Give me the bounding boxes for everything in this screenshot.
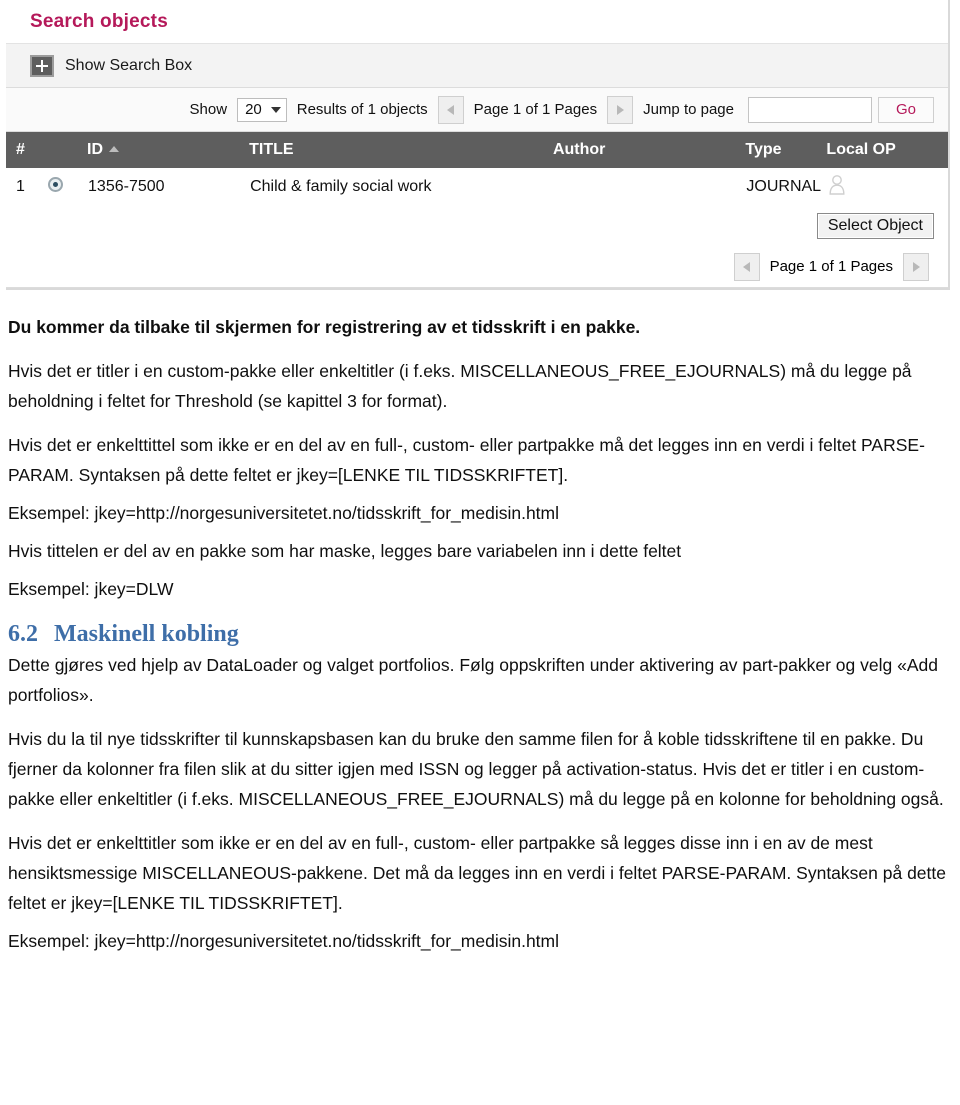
table-row[interactable]: 1 1356-7500 Child & family social work J… bbox=[6, 168, 948, 206]
cell-author bbox=[552, 168, 746, 206]
table-header-row: # ID TITLE Author Type Local OP bbox=[6, 132, 948, 168]
search-box-toggle-row[interactable]: Show Search Box bbox=[6, 44, 948, 88]
page-title: Search objects bbox=[30, 10, 168, 32]
chevron-down-icon bbox=[270, 106, 281, 113]
paragraph-8: Hvis du la til nye tidsskrifter til kunn… bbox=[8, 729, 944, 809]
page-status-top: Page 1 of 1 Pages bbox=[473, 101, 598, 118]
column-header-author[interactable]: Author bbox=[552, 132, 746, 168]
section-heading-number: 6.2 bbox=[8, 621, 38, 647]
cell-id: 1356-7500 bbox=[87, 168, 250, 206]
paragraph-3: Hvis det er enkelttittel som ikke er en … bbox=[8, 435, 925, 485]
go-button[interactable]: Go bbox=[878, 96, 934, 123]
chevron-left-icon bbox=[447, 104, 455, 115]
cell-type: JOURNAL bbox=[745, 168, 827, 206]
chevron-right-icon bbox=[912, 261, 920, 272]
results-count-label: Results of 1 objects bbox=[296, 101, 428, 118]
app-title-bar: Search objects bbox=[6, 0, 948, 44]
cell-title-link[interactable]: Child & family social work bbox=[249, 168, 553, 206]
paragraph-7: Dette gjøres ved hjelp av DataLoader og … bbox=[8, 655, 938, 705]
chevron-left-icon bbox=[743, 261, 751, 272]
results-toolbar: Show 20 Results of 1 objects Page 1 of 1… bbox=[6, 88, 948, 132]
paragraph-10: Eksempel: jkey=http://norgesuniversitete… bbox=[8, 931, 560, 951]
paragraph-9: Hvis det er enkelttitler som ikke er en … bbox=[8, 833, 946, 913]
embedded-app-screenshot: Search objects Show Search Box Show 20 R… bbox=[6, 0, 950, 290]
results-table: # ID TITLE Author Type Local OP 1 1356-7… bbox=[6, 132, 948, 206]
paragraph-4: Eksempel: jkey=http://norgesuniversitete… bbox=[8, 503, 560, 523]
show-label: Show bbox=[189, 101, 228, 118]
footer-page-status: Page 1 of 1 Pages bbox=[769, 258, 893, 275]
column-header-number[interactable]: # bbox=[6, 132, 47, 168]
column-header-type[interactable]: Type bbox=[745, 132, 827, 168]
select-object-button[interactable]: Select Object bbox=[816, 213, 934, 239]
paragraph-5: Hvis tittelen er del av en pakke som har… bbox=[8, 541, 682, 561]
column-header-local-op[interactable]: Local OP bbox=[826, 132, 948, 168]
section-heading: 6.2 Maskinell kobling bbox=[8, 618, 952, 650]
paragraph-6: Eksempel: jkey=DLW bbox=[8, 579, 174, 599]
cell-row-number: 1 bbox=[6, 168, 47, 206]
footer-pagination: Page 1 of 1 Pages bbox=[6, 246, 948, 288]
paragraph-2: Hvis det er titler i en custom-pakke ell… bbox=[8, 361, 912, 411]
jump-to-page-label: Jump to page bbox=[643, 101, 734, 118]
chevron-right-icon bbox=[616, 104, 624, 115]
sort-ascending-icon bbox=[109, 146, 120, 152]
cell-select-radio[interactable] bbox=[46, 168, 88, 206]
show-search-box-label[interactable]: Show Search Box bbox=[65, 57, 192, 75]
page-size-select[interactable]: 20 bbox=[237, 97, 287, 122]
page-size-value: 20 bbox=[245, 101, 262, 118]
column-header-id-label: ID bbox=[87, 141, 104, 158]
cell-local-op bbox=[826, 168, 948, 206]
actions-row: Select Object bbox=[6, 206, 948, 246]
radio-button-selected[interactable] bbox=[47, 177, 63, 192]
section-heading-text: Maskinell kobling bbox=[54, 621, 239, 647]
column-header-select bbox=[46, 132, 88, 168]
column-header-title[interactable]: TITLE bbox=[249, 132, 553, 168]
column-header-id[interactable]: ID bbox=[87, 132, 250, 168]
footer-next-page-button[interactable] bbox=[903, 252, 929, 281]
jump-to-page-input[interactable] bbox=[748, 96, 872, 123]
paragraph-1: Du kommer da tilbake til skjermen for re… bbox=[8, 317, 641, 337]
footer-prev-page-button[interactable] bbox=[733, 252, 760, 281]
prev-page-button[interactable] bbox=[437, 95, 464, 124]
plus-icon[interactable] bbox=[30, 54, 54, 77]
document-body: Du kommer da tilbake til skjermen for re… bbox=[0, 290, 960, 956]
person-icon bbox=[827, 174, 847, 201]
next-page-button[interactable] bbox=[607, 95, 634, 124]
